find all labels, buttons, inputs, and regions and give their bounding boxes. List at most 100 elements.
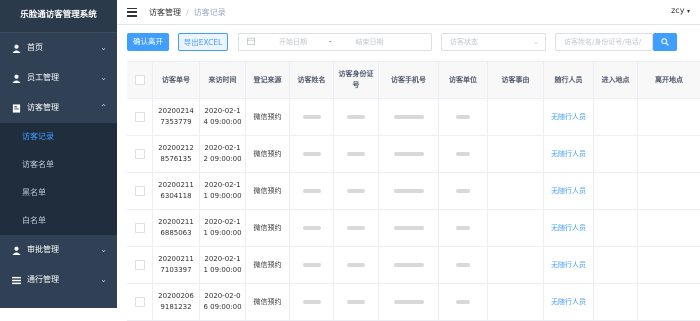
sidebar-item-whitelist[interactable]: 白名单 <box>0 207 117 235</box>
row-checkbox[interactable] <box>134 260 145 270</box>
redacted-value <box>456 115 470 119</box>
redacted-value <box>302 115 321 119</box>
empty-cell <box>594 99 638 135</box>
table-row[interactable]: 20200214 7353779 2020-02-1 4 09:00:00 微信预约… <box>127 99 700 136</box>
source-cell: 微信预约 <box>246 247 290 283</box>
source-cell: 微信预约 <box>246 99 290 135</box>
redacted-value <box>393 226 424 230</box>
redacted-cell <box>290 99 334 135</box>
redacted-value <box>347 189 365 193</box>
visit-time-cell: 2020-02-1 2 09:00:00 <box>200 136 246 172</box>
visit-time-cell: 2020-02-1 4 09:00:00 <box>200 99 246 135</box>
sidebar-item-visit-records[interactable]: 访客记录 <box>0 123 117 151</box>
table-row[interactable]: 20200212 8576135 2020-02-1 2 09:00:00 微信预约… <box>127 136 700 173</box>
user-icon <box>11 245 21 255</box>
column-header: 离开地点 <box>655 75 683 84</box>
visit-time-cell: 2020-02-1 1 09:00:00 <box>200 210 246 246</box>
sidebar-item-label: 审批管理 <box>27 245 59 254</box>
source-cell: 微信预约 <box>246 173 290 209</box>
row-checkbox[interactable] <box>134 112 145 122</box>
export-excel-button[interactable]: 导出EXCEL <box>178 33 228 51</box>
sidebar-item-visitors[interactable]: 访客管理 ⌃ <box>0 93 117 123</box>
hamburger-icon[interactable] <box>127 7 137 17</box>
breadcrumb: 访客管理 / 访客记录 <box>149 7 226 17</box>
redacted-value <box>347 152 365 156</box>
select-all-checkbox[interactable] <box>134 75 145 85</box>
redacted-cell <box>379 210 439 246</box>
sidebar-item-access[interactable]: 通行管理 ⌄ <box>0 265 117 295</box>
user-icon <box>11 43 21 53</box>
companion-link[interactable]: 无随行人员 <box>551 223 586 234</box>
redacted-cell <box>439 136 488 172</box>
chevron-down-icon: ⌄ <box>100 245 107 254</box>
chevron-down-icon: ⌄ <box>533 38 539 46</box>
redacted-value <box>302 300 321 304</box>
table-row[interactable]: 20200211 6304118 2020-02-1 1 09:00:00 微信预约… <box>127 173 700 210</box>
confirm-leave-button[interactable]: 确认离开 <box>127 33 169 51</box>
row-checkbox[interactable] <box>134 186 145 196</box>
redacted-value <box>456 226 470 230</box>
reason-cell <box>488 247 544 283</box>
table-body: 20200214 7353779 2020-02-1 4 09:00:00 微信预约… <box>127 99 700 321</box>
redacted-cell <box>334 99 379 135</box>
end-date-input[interactable]: 结束日期 <box>356 37 384 47</box>
row-checkbox[interactable] <box>134 297 145 307</box>
user-menu[interactable]: zcy ▾ <box>671 6 690 15</box>
order-number-cell: 20200206 9181232 <box>153 284 200 320</box>
source-cell: 微信预约 <box>246 210 290 246</box>
row-checkbox[interactable] <box>134 149 145 159</box>
redacted-cell <box>290 210 334 246</box>
empty-cell <box>638 136 700 172</box>
start-date-input[interactable]: 开始日期 <box>279 37 321 47</box>
redacted-cell <box>379 136 439 172</box>
visit-time-cell: 2020-02-1 1 09:00:00 <box>200 173 246 209</box>
reason-cell <box>488 284 544 320</box>
empty-cell <box>638 284 700 320</box>
breadcrumb-parent[interactable]: 访客管理 <box>149 8 181 17</box>
search-button[interactable] <box>653 33 677 51</box>
redacted-cell <box>379 247 439 283</box>
sidebar-item-label: 员工管理 <box>27 73 59 82</box>
table-row[interactable]: 20200211 7103397 2020-02-1 1 09:00:00 微信预约… <box>127 247 700 284</box>
companion-link[interactable]: 无随行人员 <box>551 112 586 123</box>
date-range-separator: - <box>329 38 332 46</box>
redacted-cell <box>439 173 488 209</box>
sidebar-item-approval[interactable]: 审批管理 ⌄ <box>0 235 117 265</box>
table-row[interactable]: 20200206 9181232 2020-02-0 6 09:00:00 微信预约… <box>127 284 700 321</box>
companion-link[interactable]: 无随行人员 <box>551 149 586 160</box>
redacted-cell <box>334 136 379 172</box>
user-name: zcy <box>671 6 685 15</box>
sidebar-item-blacklist[interactable]: 黑名单 <box>0 179 117 207</box>
redacted-value <box>393 115 424 119</box>
redacted-cell <box>379 173 439 209</box>
companion-link[interactable]: 无随行人员 <box>551 297 586 308</box>
sidebar-item-label: 通行管理 <box>27 275 59 284</box>
companion-link[interactable]: 无随行人员 <box>551 186 586 197</box>
search-input[interactable]: 访客姓名/身份证号/电话/ <box>555 33 653 51</box>
chevron-down-icon: ⌄ <box>100 275 107 284</box>
visitor-status-select[interactable]: 访客状态 ⌄ <box>441 33 546 51</box>
breadcrumb-current: 访客记录 <box>193 7 226 17</box>
column-header: 访客身份证号 <box>334 62 379 98</box>
chevron-down-icon: ⌄ <box>100 43 107 52</box>
column-header: 访客单号 <box>153 62 200 98</box>
calendar-icon <box>247 37 255 47</box>
column-header: 访客手机号 <box>379 62 439 98</box>
redacted-value <box>456 189 470 193</box>
sidebar-item-visitor-list[interactable]: 访客名单 <box>0 151 117 179</box>
sidebar-item-label: 访客管理 <box>27 103 59 112</box>
redacted-cell <box>290 284 334 320</box>
sidebar-item-home[interactable]: 首页 ⌄ <box>0 33 117 63</box>
redacted-cell <box>290 136 334 172</box>
reason-cell <box>488 210 544 246</box>
table-row[interactable]: 20200211 6885063 2020-02-1 1 09:00:00 微信预约… <box>127 210 700 247</box>
date-range-picker[interactable]: 开始日期 - 结束日期 <box>238 33 432 51</box>
redacted-cell <box>379 99 439 135</box>
redacted-value <box>302 152 321 156</box>
order-number-cell: 20200211 6885063 <box>153 210 200 246</box>
row-checkbox[interactable] <box>134 223 145 233</box>
companion-link[interactable]: 无随行人员 <box>551 260 586 271</box>
order-number-cell: 20200214 7353779 <box>153 99 200 135</box>
redacted-cell <box>439 284 488 320</box>
sidebar-item-staff[interactable]: 员工管理 ⌄ <box>0 63 117 93</box>
